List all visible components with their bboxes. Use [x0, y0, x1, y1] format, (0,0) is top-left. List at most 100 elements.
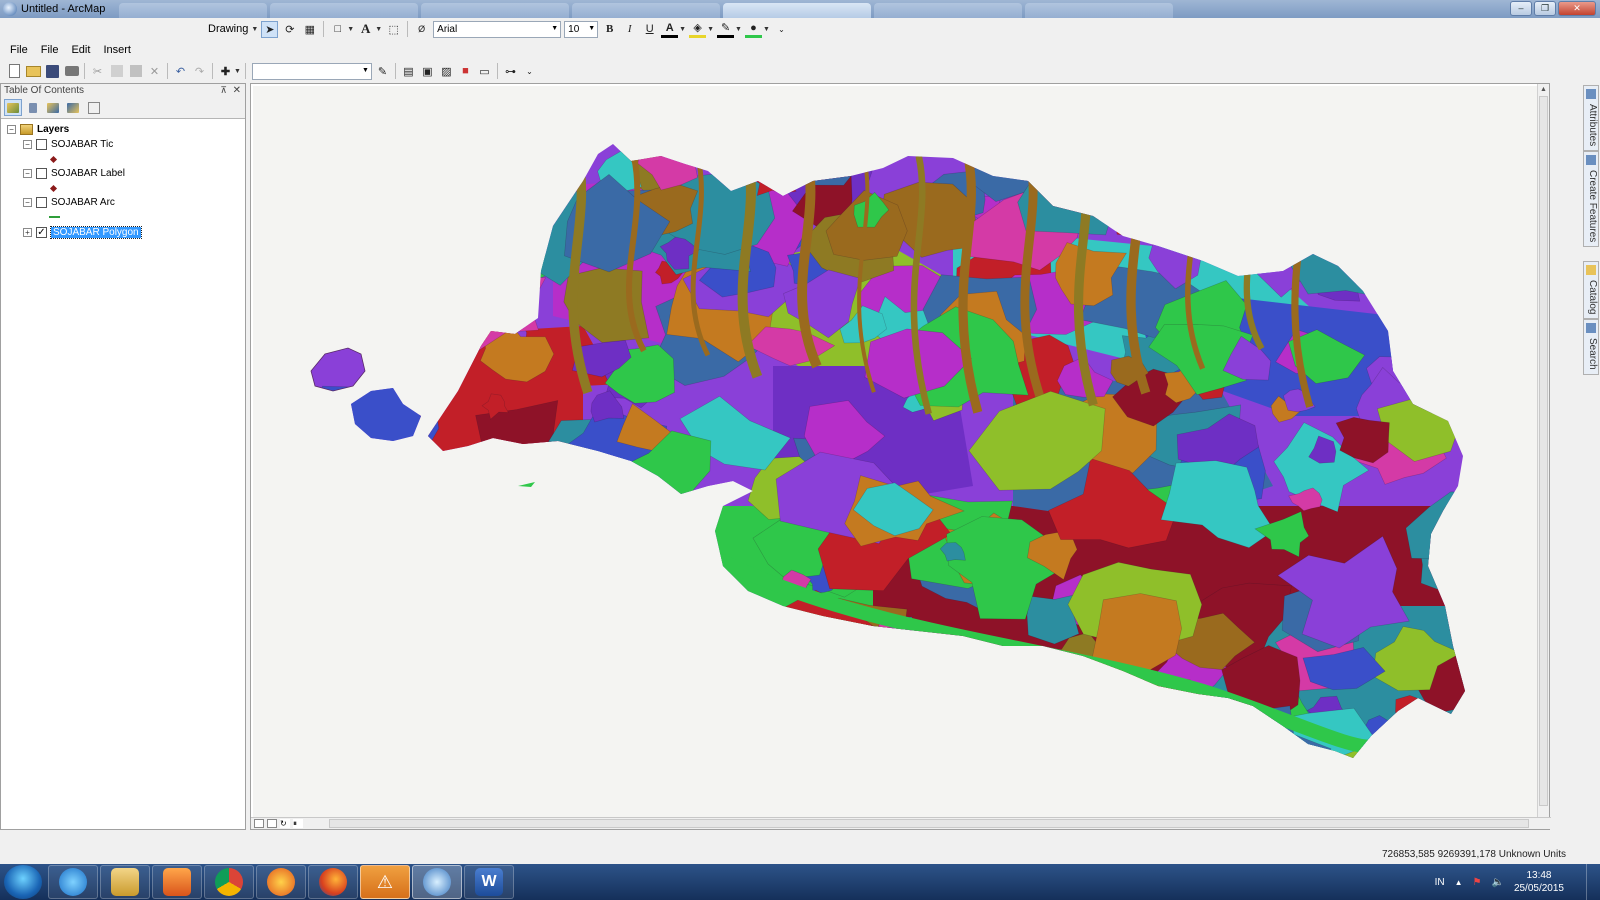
vertical-scrollbar[interactable]: ▲ [1537, 84, 1549, 819]
toc-options-icon[interactable] [88, 101, 100, 114]
background-tab[interactable] [421, 3, 570, 18]
add-data-icon[interactable]: ✚ [217, 63, 234, 80]
background-tab[interactable] [270, 3, 419, 18]
chevron-down-icon[interactable]: ▼ [251, 26, 258, 33]
collapse-icon[interactable]: − [23, 168, 32, 178]
layer-visibility-checkbox[interactable] [36, 167, 47, 179]
redo-icon[interactable]: ↷ [191, 63, 208, 80]
menu-insert[interactable]: Insert [103, 44, 131, 56]
pin-icon[interactable]: ⊼ [220, 84, 227, 97]
start-button[interactable] [4, 865, 42, 899]
background-tab[interactable] [874, 3, 1023, 18]
dock-tab-search[interactable]: Search [1583, 319, 1599, 375]
scroll-up-icon[interactable]: ▲ [1538, 84, 1549, 96]
dock-tab-create-features[interactable]: Create Features [1583, 151, 1599, 248]
cut-icon[interactable]: ✂ [89, 63, 106, 80]
table-of-contents-icon[interactable]: ▤ [400, 63, 417, 80]
firefox-icon[interactable] [308, 865, 358, 899]
arcmap-icon[interactable] [412, 865, 462, 899]
background-tab[interactable] [1025, 3, 1174, 18]
line-color-icon[interactable]: ✎ [717, 21, 735, 38]
maximize-button[interactable]: ❐ [1534, 1, 1556, 16]
layer-sojabar-arc[interactable]: − SOJABAR Arc [23, 194, 115, 210]
modelbuilder-icon[interactable]: ⊶ [502, 63, 519, 80]
bold-button[interactable]: B [601, 21, 618, 38]
undo-icon[interactable]: ↶ [172, 63, 189, 80]
new-text-icon[interactable]: A [357, 21, 374, 38]
minimize-button[interactable]: – [1510, 1, 1532, 16]
rotate-icon[interactable]: ⟳ [281, 21, 298, 38]
chevron-down-icon[interactable]: ▼ [375, 26, 382, 33]
layer-sojabar-tic[interactable]: − SOJABAR Tic [23, 136, 113, 152]
delete-icon[interactable]: ✕ [146, 63, 163, 80]
list-by-selection-icon[interactable] [64, 99, 82, 116]
background-tab[interactable] [572, 3, 721, 18]
marker-color-icon[interactable]: ● [744, 21, 762, 38]
internet-explorer-icon[interactable] [48, 865, 98, 899]
menu-file[interactable]: File [10, 44, 28, 56]
show-desktop-button[interactable] [1586, 864, 1600, 900]
search-window-icon[interactable]: ▨ [438, 63, 455, 80]
map-view[interactable] [253, 86, 1538, 819]
new-document-icon[interactable] [6, 63, 23, 80]
python-window-icon[interactable]: ▭ [476, 63, 493, 80]
layer-label-selected[interactable]: SOJABAR Polygon [50, 225, 142, 239]
dock-tab-catalog[interactable]: Catalog [1583, 261, 1599, 320]
clock[interactable]: 13:48 25/05/2015 [1514, 869, 1564, 895]
copy-icon[interactable] [108, 63, 125, 80]
menu-file-2[interactable]: File [41, 44, 59, 56]
geology-polygon-map[interactable] [253, 86, 1538, 819]
edit-vertices-icon[interactable]: ⬚ [385, 21, 402, 38]
action-center-flag-icon[interactable]: ⚑ [1473, 877, 1482, 888]
underline-button[interactable]: U [641, 21, 658, 38]
layer-visibility-checkbox[interactable] [36, 138, 47, 150]
file-explorer-icon[interactable] [100, 865, 150, 899]
font-color-icon[interactable]: A [661, 21, 679, 38]
layer-label[interactable]: SOJABAR Tic [51, 139, 113, 150]
drawing-menu[interactable]: Drawing [206, 23, 250, 35]
chevron-down-icon[interactable]: ▼ [707, 26, 714, 33]
language-indicator[interactable]: IN [1435, 877, 1445, 888]
toolbar-options-icon[interactable]: ⌄ [521, 63, 538, 80]
layout-view-icon[interactable] [267, 819, 277, 828]
open-folder-icon[interactable] [25, 63, 42, 80]
print-icon[interactable] [63, 63, 80, 80]
horizontal-scrollbar[interactable] [329, 819, 1529, 828]
layers-data-frame[interactable]: − Layers [7, 121, 69, 137]
refresh-icon[interactable]: ↻ [280, 819, 290, 828]
layer-visibility-checkbox[interactable] [36, 196, 47, 208]
italic-button[interactable]: I [621, 21, 638, 38]
rectangle-icon[interactable]: □ [329, 21, 346, 38]
layer-sojabar-polygon[interactable]: + ✓ SOJABAR Polygon [23, 224, 142, 240]
chevron-down-icon[interactable]: ▼ [347, 26, 354, 33]
menu-edit[interactable]: Edit [71, 44, 90, 56]
paste-icon[interactable] [127, 63, 144, 80]
collapse-icon[interactable]: − [23, 197, 32, 207]
toolbar-options-icon[interactable]: ⌄ [773, 21, 790, 38]
zoom-whole-page-icon[interactable]: ▦ [301, 21, 318, 38]
data-view-icon[interactable] [254, 819, 264, 828]
firefox-orange-icon[interactable] [256, 865, 306, 899]
map-scale-select[interactable]: ▼ [251, 62, 372, 80]
layer-label[interactable]: SOJABAR Arc [51, 197, 115, 208]
chevron-down-icon[interactable]: ▼ [234, 68, 241, 75]
media-player-icon[interactable] [152, 865, 202, 899]
pause-drawing-icon[interactable]: ⏸ [293, 819, 303, 828]
select-elements-icon[interactable]: ➤ [261, 20, 279, 38]
close-icon[interactable]: ✕ [233, 84, 241, 97]
layer-sojabar-label[interactable]: − SOJABAR Label [23, 165, 125, 181]
chevron-down-icon[interactable]: ▼ [763, 26, 770, 33]
list-by-drawing-order-icon[interactable] [4, 99, 22, 116]
font-size-select[interactable]: 10 ▼ [564, 20, 599, 38]
chevron-down-icon[interactable]: ▼ [679, 26, 686, 33]
font-name-select[interactable]: Arial ▼ [433, 20, 562, 38]
background-tab[interactable] [723, 3, 872, 18]
show-hidden-icons-icon[interactable]: ▲ [1455, 878, 1463, 887]
close-button[interactable]: ✕ [1558, 1, 1596, 16]
list-by-visibility-icon[interactable] [44, 99, 62, 116]
list-by-source-icon[interactable] [24, 99, 42, 116]
collapse-icon[interactable]: − [23, 139, 32, 149]
background-tab[interactable] [119, 3, 268, 18]
chevron-down-icon[interactable]: ▼ [735, 26, 742, 33]
scroll-thumb[interactable] [1539, 96, 1548, 806]
